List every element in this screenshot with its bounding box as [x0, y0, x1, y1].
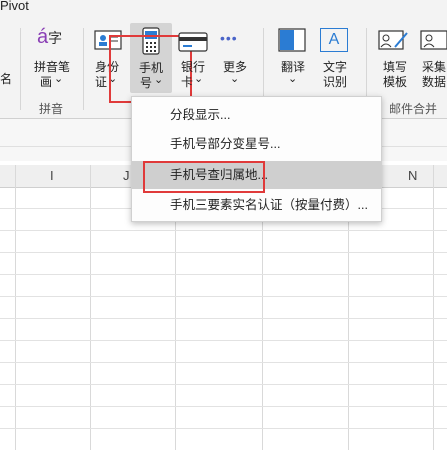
translate-button[interactable]: 翻译 ⌄ [272, 22, 312, 94]
column-header-n[interactable]: N [408, 168, 417, 183]
menu-item-phone-verify[interactable]: 手机三要素实名认证（按量付费）... [132, 191, 381, 219]
grid-row-line [0, 340, 447, 341]
grid-row-line [0, 318, 447, 319]
collect-data-button[interactable]: 采集 数据 [418, 22, 447, 94]
grid-row-line [0, 406, 447, 407]
collect-data-label-2: 数据 [422, 75, 447, 89]
ribbon-separator [83, 28, 84, 110]
grid-row-line [0, 384, 447, 385]
grid-row-line [0, 230, 447, 231]
grid-row-line [0, 252, 447, 253]
idcard-label-2: 证 [94, 75, 107, 89]
grid-row-line [0, 296, 447, 297]
chevron-down-icon: ⌄ [54, 73, 64, 85]
phone-dropdown-menu: 分段显示... 手机号部分变星号... 手机号查归属地... 手机三要素实名认证… [131, 96, 382, 222]
text-recognition-icon: A [320, 28, 348, 52]
ocr-label-2: 识别 [322, 75, 347, 89]
menu-item-mask-phone[interactable]: 手机号部分变星号... [132, 130, 381, 158]
ribbon-cut-label: 名 [0, 72, 13, 86]
bankcard-label-1: 银行 [180, 60, 205, 74]
bankcard-icon [178, 32, 208, 52]
ribbon-separator [20, 28, 21, 110]
ocr-button[interactable]: A 文字 识别 [316, 22, 356, 94]
menu-item-red-outline [143, 161, 265, 193]
chevron-down-icon: ⌄ [230, 73, 240, 85]
translate-icon [278, 28, 306, 52]
menu-item-segment-display[interactable]: 分段显示... [132, 101, 381, 129]
ocr-label-1: 文字 [322, 60, 347, 74]
fill-template-button[interactable]: 填写 模板 [374, 22, 414, 94]
fill-template-icon [378, 30, 408, 52]
pinyin-label-1: 拼音笔 [33, 60, 70, 74]
pinyin-icon: á字 [37, 26, 63, 48]
collect-data-label-1: 采集 [422, 60, 447, 74]
bankcard-button[interactable]: 银行 卡 ⌄ [174, 22, 214, 94]
collect-data-icon [420, 30, 447, 52]
fill-template-label-2: 模板 [382, 75, 407, 89]
chevron-down-icon: ⌄ [288, 73, 298, 85]
group-label-mail-merge: 邮件合并 [389, 102, 438, 116]
pinyin-button[interactable]: á字 拼音笔 画 ⌄ [28, 22, 74, 94]
more-dots-icon: ••• [220, 30, 238, 46]
bankcard-label-2: 卡 [180, 75, 193, 89]
group-label-pinyin: 拼音 [39, 102, 64, 116]
window-title-fragment: Pivot [0, 0, 29, 13]
more-button[interactable]: ••• 更多 ⌄ [216, 22, 256, 94]
title-bar [0, 0, 447, 16]
fill-template-label-1: 填写 [382, 60, 407, 74]
chevron-down-icon: ⌄ [194, 73, 204, 85]
column-header-i[interactable]: I [50, 168, 54, 183]
column-header-j[interactable]: J [123, 168, 130, 183]
grid-row-line [0, 362, 447, 363]
grid-row-line [0, 274, 447, 275]
grid-row-line [0, 428, 447, 429]
